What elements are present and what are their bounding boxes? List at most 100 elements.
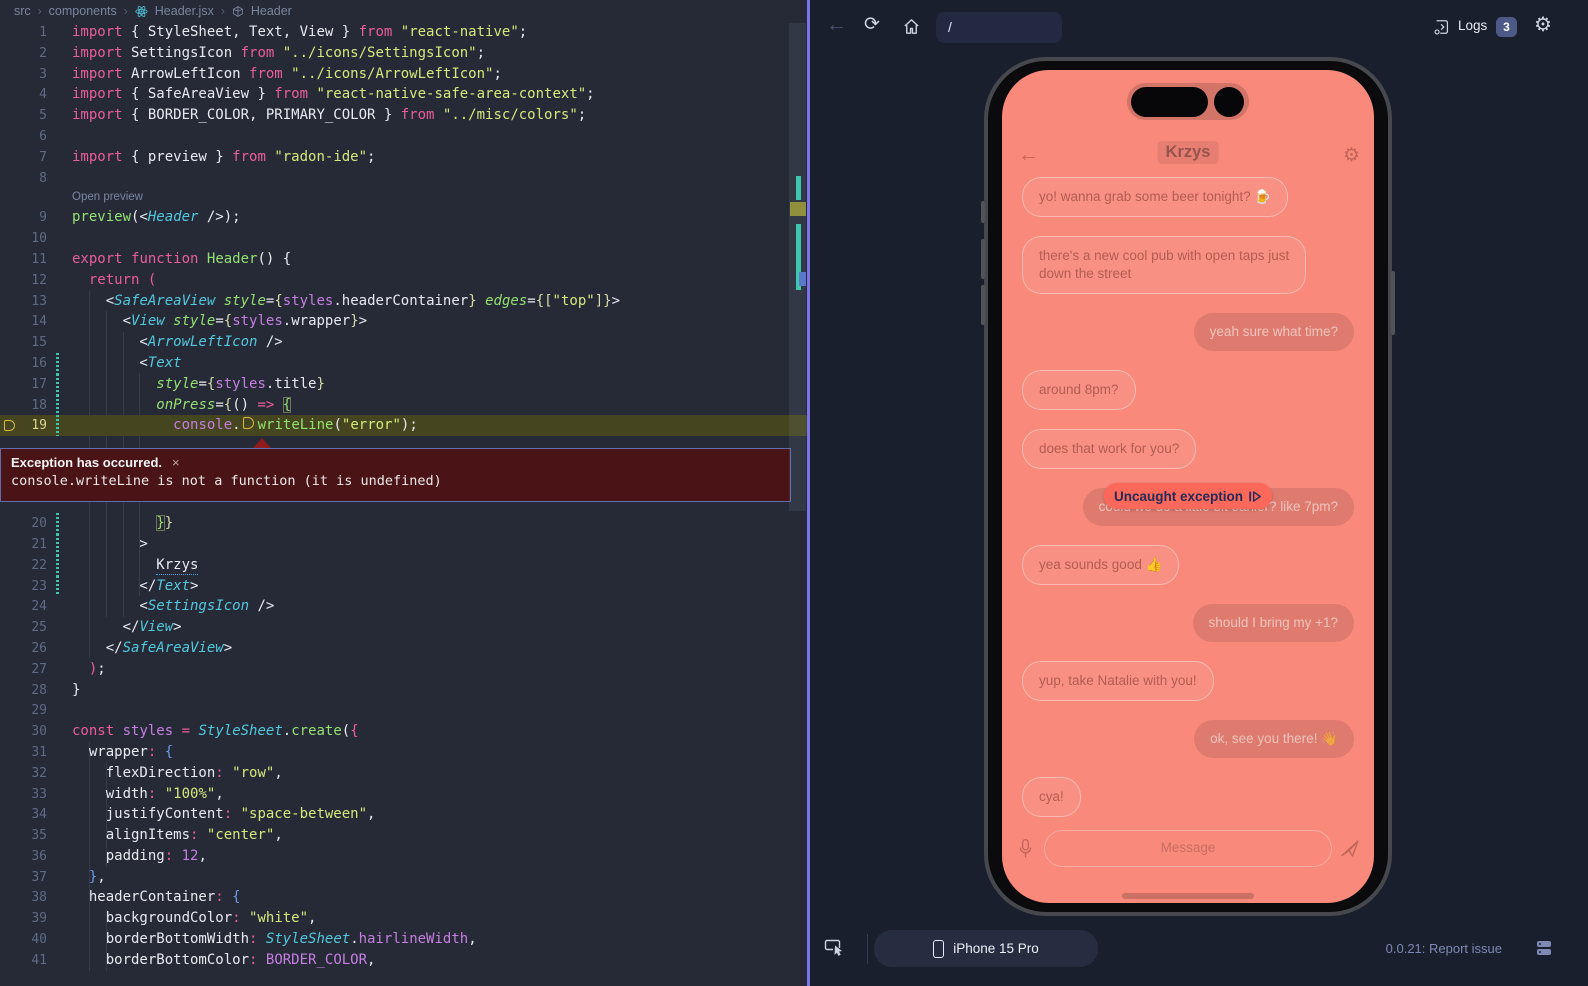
code-line[interactable]: 24 <SettingsIcon /> [0, 596, 807, 617]
code-line[interactable]: 11export function Header() { [0, 249, 807, 270]
code-editor[interactable]: src › components › Header.jsx › [0, 0, 807, 986]
code-line[interactable]: 37 }, [0, 867, 807, 888]
line-number[interactable]: 5 [0, 106, 47, 127]
code-line[interactable]: 21 > [0, 534, 807, 555]
line-number[interactable]: 10 [0, 229, 47, 250]
line-number[interactable]: 14 [0, 312, 47, 333]
line-number[interactable]: 29 [0, 701, 47, 722]
code-line[interactable]: 28} [0, 680, 807, 701]
phone-screen-error-tinted[interactable]: ← Krzys ⚙ yo! wanna grab some beer tonig… [1002, 70, 1374, 903]
code-line[interactable]: 1import { StyleSheet, Text, View } from … [0, 22, 807, 43]
line-number[interactable]: 26 [0, 639, 47, 660]
line-number[interactable]: 4 [0, 85, 47, 106]
code-lines[interactable]: 1import { StyleSheet, Text, View } from … [0, 22, 807, 971]
close-icon[interactable]: × [172, 455, 180, 470]
code-line[interactable]: 19 console.writeLine("error"); [0, 415, 807, 436]
line-number[interactable]: 23 [0, 577, 47, 598]
code-line[interactable]: 9preview(<Header />); [0, 207, 807, 228]
code-line[interactable]: 27 ); [0, 659, 807, 680]
logs-label[interactable]: Logs [1458, 18, 1487, 33]
line-number[interactable]: 3 [0, 65, 47, 86]
code-line[interactable]: 33 width: "100%", [0, 784, 807, 805]
line-number[interactable]: 36 [0, 847, 47, 868]
line-number[interactable]: 35 [0, 826, 47, 847]
breadcrumb[interactable]: src › components › Header.jsx › [0, 0, 807, 22]
line-number[interactable]: 9 [0, 208, 47, 229]
code-line[interactable]: 22 Krzys [0, 555, 807, 576]
code-line[interactable]: 14 <View style={styles.wrapper}> [0, 311, 807, 332]
line-number[interactable]: 39 [0, 909, 47, 930]
line-number[interactable]: 30 [0, 722, 47, 743]
url-bar[interactable]: / [936, 12, 1062, 43]
line-number[interactable]: 7 [0, 148, 47, 169]
panel-divider[interactable] [807, 0, 810, 986]
code-line[interactable]: 38 headerContainer: { [0, 887, 807, 908]
code-line[interactable]: 34 justifyContent: "space-between", [0, 804, 807, 825]
code-line[interactable]: 4import { SafeAreaView } from "react-nat… [0, 84, 807, 105]
settings-gear-icon[interactable]: ⚙ [1534, 12, 1552, 37]
device-selector[interactable]: iPhone 15 Pro [874, 930, 1098, 967]
code-line[interactable]: 15 <ArrowLeftIcon /> [0, 332, 807, 353]
line-number[interactable]: 12 [0, 271, 47, 292]
line-number[interactable]: 41 [0, 951, 47, 972]
code-line[interactable]: 31 wrapper: { [0, 742, 807, 763]
code-line[interactable]: 41 borderBottomColor: BORDER_COLOR, [0, 950, 807, 971]
code-line[interactable]: 30const styles = StyleSheet.create({ [0, 721, 807, 742]
nav-back-button[interactable]: ← [826, 13, 847, 37]
line-number[interactable]: 40 [0, 930, 47, 951]
code-line[interactable]: 26 </SafeAreaView> [0, 638, 807, 659]
code-line[interactable]: 36 padding: 12, [0, 846, 807, 867]
line-number[interactable]: 1 [0, 23, 47, 44]
code-line[interactable]: 32 flexDirection: "row", [0, 763, 807, 784]
code-line[interactable]: 8 [0, 168, 807, 189]
code-line[interactable]: 29 [0, 700, 807, 721]
devices-icon[interactable] [1534, 938, 1554, 958]
line-number[interactable]: 11 [0, 250, 47, 271]
code-line[interactable]: 17 style={styles.title} [0, 374, 807, 395]
code-line[interactable]: 23 </Text> [0, 576, 807, 597]
line-number[interactable]: 24 [0, 597, 47, 618]
code-line[interactable]: 10 [0, 228, 807, 249]
chat-back-arrow-icon[interactable]: ← [1018, 140, 1039, 170]
breadcrumb-file[interactable]: Header.jsx [155, 4, 214, 18]
line-number[interactable]: 16 [0, 354, 47, 375]
reload-button[interactable]: ⟳ [864, 13, 880, 36]
breadcrumb-src[interactable]: src [14, 4, 31, 18]
logs-icon[interactable] [1433, 18, 1451, 36]
code-line[interactable]: 6 [0, 126, 807, 147]
line-number[interactable]: 18 [0, 396, 47, 417]
line-number[interactable]: 27 [0, 660, 47, 681]
code-line[interactable]: 40 borderBottomWidth: StyleSheet.hairlin… [0, 929, 807, 950]
line-number[interactable]: 31 [0, 743, 47, 764]
line-number[interactable]: 15 [0, 333, 47, 354]
code-line[interactable]: 39 backgroundColor: "white", [0, 908, 807, 929]
send-icon[interactable] [1340, 839, 1360, 858]
line-number[interactable]: 21 [0, 535, 47, 556]
line-number[interactable]: 28 [0, 681, 47, 702]
code-line[interactable]: 7import { preview } from "radon-ide"; [0, 147, 807, 168]
line-number[interactable]: 33 [0, 785, 47, 806]
code-line[interactable]: 12 return ( [0, 270, 807, 291]
code-line[interactable]: 18 onPress={() => { [0, 395, 807, 416]
uncaught-exception-button[interactable]: Uncaught exception [1104, 483, 1272, 509]
code-line[interactable]: 35 alignItems: "center", [0, 825, 807, 846]
line-number[interactable]: 13 [0, 292, 47, 313]
line-number[interactable]: 22 [0, 556, 47, 577]
chat-settings-gear-icon[interactable]: ⚙ [1343, 141, 1360, 171]
inspect-element-button[interactable] [824, 936, 846, 958]
code-line[interactable]: 2import SettingsIcon from "../icons/Sett… [0, 43, 807, 64]
breadcrumb-components[interactable]: components [49, 4, 117, 18]
line-number[interactable]: 25 [0, 618, 47, 639]
line-number[interactable]: 6 [0, 127, 47, 148]
code-line[interactable]: 25 </View> [0, 617, 807, 638]
breadcrumb-symbol[interactable]: Header [251, 4, 292, 18]
line-number[interactable]: 34 [0, 805, 47, 826]
home-button[interactable] [902, 17, 921, 36]
codelens-open-preview[interactable]: Open preview [0, 188, 807, 207]
line-number[interactable]: 38 [0, 888, 47, 909]
code-line[interactable]: 3import ArrowLeftIcon from "../icons/Arr… [0, 64, 807, 85]
code-line[interactable]: 5import { BORDER_COLOR, PRIMARY_COLOR } … [0, 105, 807, 126]
code-line[interactable]: 13 <SafeAreaView style={styles.headerCon… [0, 291, 807, 312]
code-line[interactable]: 16 <Text [0, 353, 807, 374]
code-line[interactable]: 20 }} [0, 513, 807, 534]
